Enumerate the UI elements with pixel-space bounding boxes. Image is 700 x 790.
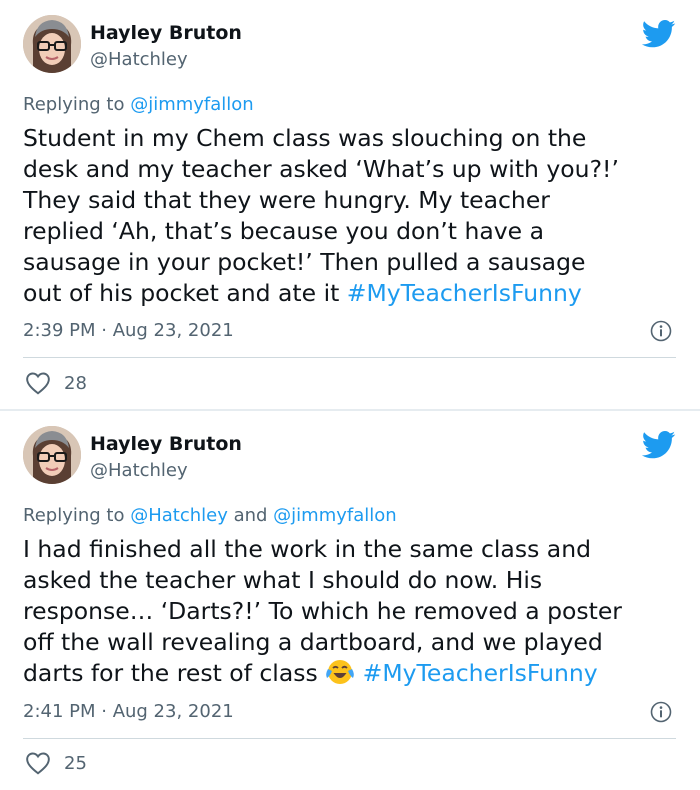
tweet-text-line: I had finished all the work in the same … [23, 535, 592, 563]
tweet-text-fragment: darts for the rest of class [23, 659, 326, 687]
divider [23, 357, 676, 358]
tweet-card: Hayley Bruton @Hatchley Replying to @jim… [0, 0, 700, 409]
mention-link[interactable]: @jimmyfallon [273, 505, 397, 526]
divider [23, 738, 676, 739]
tweet-text-line-last: out of his pocket and ate it #MyTeacherI… [23, 278, 683, 309]
avatar[interactable] [23, 426, 81, 484]
timestamp[interactable]: 2:39 PM · Aug 23, 2021 [23, 320, 234, 341]
replying-to: Replying to @jimmyfallon [23, 94, 254, 115]
tweet-text-line: off the wall revealing a dartboard, and … [23, 628, 603, 656]
twitter-bird-icon[interactable] [641, 20, 676, 48]
mention-link[interactable]: @Hatchley [130, 505, 228, 526]
tears-of-joy-emoji-icon [325, 658, 355, 686]
avatar[interactable] [23, 15, 81, 73]
replying-prefix: Replying to [23, 505, 131, 526]
tweet-text-fragment: out of his pocket and ate it [23, 279, 347, 307]
display-name[interactable]: Hayley Bruton [90, 433, 242, 455]
tweet-text-line: They said that they were hungry. My teac… [23, 186, 550, 214]
user-handle[interactable]: @Hatchley [90, 460, 188, 481]
tweet-text: I had finished all the work in the same … [23, 534, 683, 689]
tweet-text-line: sausage in your pocket!’ Then pulled a s… [23, 248, 586, 276]
tweet-text-line: asked the teacher what I should do now. … [23, 566, 543, 594]
tweet-text-line: response… ‘Darts?!’ To which he removed … [23, 597, 622, 625]
heart-icon[interactable] [25, 751, 51, 775]
mention-link[interactable]: @jimmyfallon [130, 94, 254, 115]
tweet-text: Student in my Chem class was slouching o… [23, 123, 683, 309]
heart-icon[interactable] [25, 371, 51, 395]
tweet-card: Hayley Bruton @Hatchley Replying to @Hat… [0, 411, 700, 790]
twitter-bird-icon[interactable] [641, 431, 676, 459]
tweet-text-line-last: darts for the rest of class #MyTeacherIs… [23, 658, 683, 689]
replying-prefix: Replying to [23, 94, 131, 115]
tweet-text-line: Student in my Chem class was slouching o… [23, 124, 587, 152]
tweet-text-line: desk and my teacher asked ‘What’s up wit… [23, 155, 619, 183]
timestamp[interactable]: 2:41 PM · Aug 23, 2021 [23, 701, 234, 722]
tweet-text-line: replied ‘Ah, that’s because you don’t ha… [23, 217, 544, 245]
like-count: 28 [64, 373, 87, 394]
user-handle[interactable]: @Hatchley [90, 49, 188, 70]
hashtag-link[interactable]: #MyTeacherIsFunny [363, 659, 598, 687]
info-icon[interactable] [650, 701, 672, 723]
display-name[interactable]: Hayley Bruton [90, 22, 242, 44]
info-icon[interactable] [650, 320, 672, 342]
hashtag-link[interactable]: #MyTeacherIsFunny [347, 279, 582, 307]
replying-joiner: and [227, 505, 274, 526]
replying-to: Replying to @Hatchley and @jimmyfallon [23, 505, 397, 526]
like-count: 25 [64, 753, 87, 774]
